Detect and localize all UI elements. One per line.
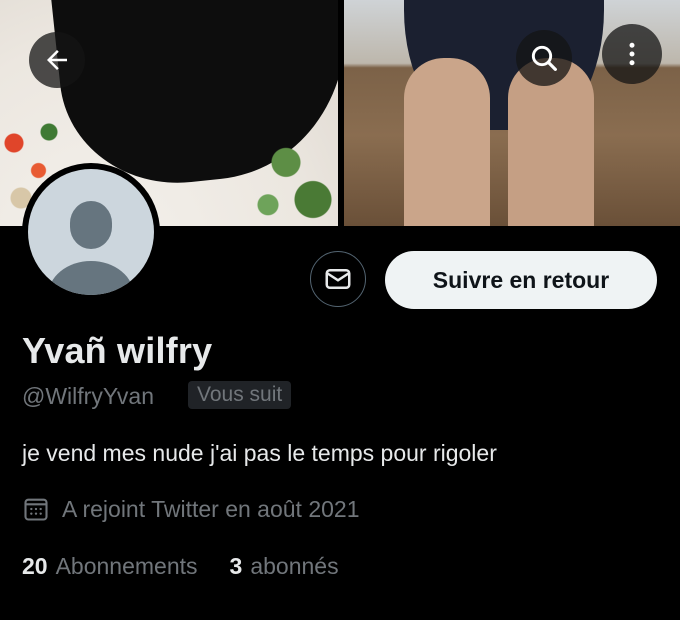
join-date: A rejoint Twitter en août 2021 [22,495,360,523]
message-button[interactable] [310,251,366,307]
following-count: 20 [22,553,48,579]
join-date-text: A rejoint Twitter en août 2021 [62,495,360,522]
follow-stats: 20 Abonnements 3 abonnés [22,553,371,580]
followers-label: abonnés [250,553,339,579]
avatar[interactable] [22,163,160,301]
follow-back-button[interactable]: Suivre en retour [385,251,657,309]
user-handle: @WilfryYvan [22,383,154,409]
following-label: Abonnements [55,553,198,579]
following-link[interactable]: 20 Abonnements [22,553,198,580]
search-icon [531,45,557,71]
followers-count: 3 [229,553,243,579]
follows-you-badge: Vous suit [188,381,292,409]
search-button[interactable] [516,30,572,86]
calendar-icon [24,498,48,521]
display-name: Yvañ wilfry [22,330,213,371]
more-options-button[interactable] [602,24,662,84]
followers-link[interactable]: 3 abonnés [230,553,339,580]
back-button[interactable] [29,32,85,88]
profile-bio: je vend mes nude j'ai pas le temps pour … [22,440,497,466]
default-avatar-icon [28,169,154,295]
arrow-left-icon [47,50,67,70]
more-vertical-icon [629,42,635,66]
mail-icon [325,269,351,289]
